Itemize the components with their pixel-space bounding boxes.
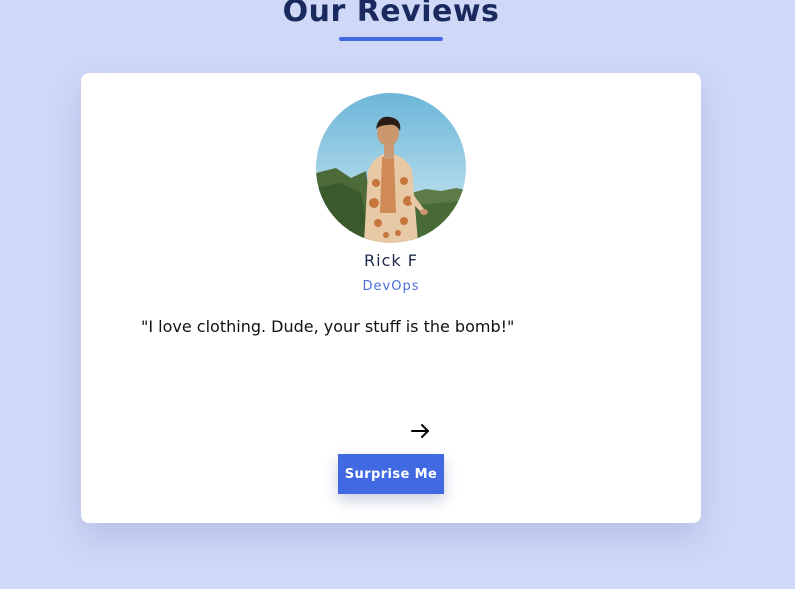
next-button[interactable] <box>409 419 433 443</box>
arrow-right-icon <box>411 424 429 438</box>
reviewer-avatar <box>316 93 466 243</box>
avatar-photo <box>316 93 466 243</box>
reviewer-name: Rick F <box>364 251 418 270</box>
review-card: Rick F DevOps "I love clothing. Dude, yo… <box>81 73 701 523</box>
title-underline <box>339 37 443 41</box>
review-text: "I love clothing. Dude, your stuff is th… <box>141 317 515 336</box>
surprise-me-button[interactable]: Surprise Me <box>338 454 444 494</box>
reviewer-job: DevOps <box>362 279 420 294</box>
shirt <box>380 157 396 213</box>
page-title: Our Reviews <box>282 0 500 29</box>
hand <box>420 209 428 215</box>
